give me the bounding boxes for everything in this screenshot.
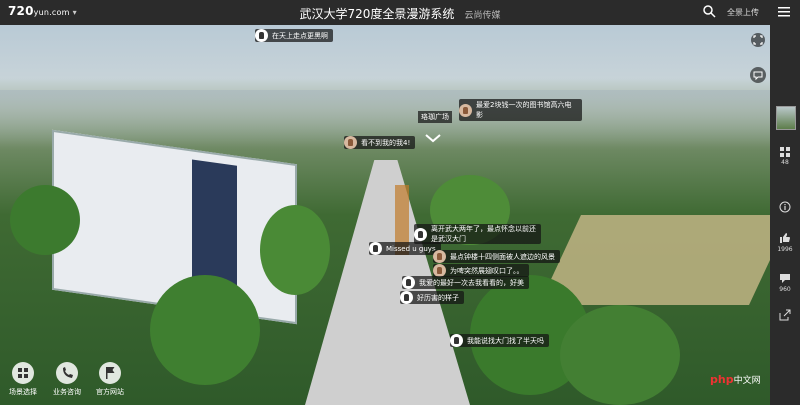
scene-thumbnail[interactable]: [776, 106, 796, 130]
avatar: [344, 136, 357, 149]
upload-button[interactable]: 全景上传: [727, 7, 759, 18]
comment-bubble[interactable]: 看不到我的我4!: [344, 136, 416, 149]
tree: [150, 275, 260, 385]
official-site-button[interactable]: 官方网站: [90, 362, 130, 397]
avatar: [459, 103, 472, 117]
grid-icon: [12, 362, 34, 384]
comment-icon: [780, 274, 790, 283]
comment-bubble[interactable]: 我能说找大门找了半天吗: [450, 334, 549, 347]
grid-icon: [780, 147, 790, 157]
tree: [10, 185, 80, 255]
tree: [260, 205, 330, 295]
page-title: 武汉大学720度全景漫游系统 云尚传媒: [299, 7, 501, 21]
avatar: [400, 291, 413, 304]
search-icon[interactable]: [702, 4, 716, 18]
comment-bubble[interactable]: 在天上走点更黑啊: [255, 29, 333, 42]
info-icon: [779, 201, 791, 213]
avatar: [402, 276, 415, 289]
site-logo[interactable]: 720yun.com ▾: [8, 4, 77, 18]
tree: [560, 305, 680, 405]
like-button[interactable]: 1996: [770, 232, 800, 253]
avatar: [433, 250, 446, 263]
info-button[interactable]: [770, 201, 800, 215]
menu-icon[interactable]: [778, 6, 790, 18]
sports-field: [539, 215, 770, 305]
consult-button[interactable]: 业务咨询: [47, 362, 87, 397]
comment-bubble[interactable]: Missed u guys: [369, 242, 441, 255]
share-icon: [779, 309, 791, 321]
avatar: [255, 29, 268, 42]
avatar: [414, 227, 427, 241]
fullscreen-icon[interactable]: [751, 33, 765, 47]
avatar: [450, 334, 463, 347]
hotspot-label[interactable]: 珞珈广场: [418, 111, 452, 123]
thumbs-up-icon: [780, 233, 790, 243]
chevron-down-icon[interactable]: [424, 133, 442, 143]
panorama-view[interactable]: [0, 25, 770, 405]
avatar: [369, 242, 382, 255]
comment-bubble[interactable]: 我爱的最好一次去我看看的，好美: [402, 276, 529, 289]
comments-button[interactable]: 960: [770, 272, 800, 293]
right-sidebar: [770, 25, 800, 405]
comment-bubble[interactable]: 最爱2块钱一次的图书馆高六电影: [459, 99, 582, 121]
comment-bubble[interactable]: 最点钟楼十四侧面被人遮边的风景: [433, 250, 560, 263]
scene-select-button[interactable]: 场景选择: [3, 362, 43, 397]
flag-icon: [99, 362, 121, 384]
watermark-logo: php中文网: [710, 373, 761, 386]
share-button[interactable]: [770, 309, 800, 323]
scenes-button[interactable]: 48: [770, 147, 800, 166]
chevron-down-icon[interactable]: ▾: [73, 8, 77, 17]
publisher-label[interactable]: 云尚传媒: [464, 11, 500, 21]
phone-icon: [56, 362, 78, 384]
comment-bubble[interactable]: 离开武大两年了，最点怀念以前还是武汉大门: [414, 224, 541, 244]
top-bar: 720yun.com ▾ 武汉大学720度全景漫游系统 云尚传媒 全景上传: [0, 0, 800, 25]
comment-bubble[interactable]: 好历害的样子: [400, 291, 464, 304]
chat-icon[interactable]: [750, 67, 766, 83]
